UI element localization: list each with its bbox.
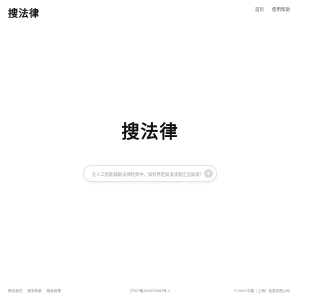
send-button[interactable] [204, 169, 213, 178]
page: 搜法律 首页 使用帮助 搜法律 联系我们 服务条款 隐私政策 沪ICP备2024… [0, 0, 300, 300]
top-nav: 首页 使用帮助 [255, 7, 290, 13]
arrow-up-icon [206, 171, 211, 176]
nav-home-link[interactable]: 首页 [255, 7, 264, 13]
nav-help-link[interactable]: 使用帮助 [272, 7, 290, 13]
hero-title: 搜法律 [121, 122, 179, 142]
footer: 联系我们 服务条款 隐私政策 沪ICP备2024073403号-1 © 2024… [0, 284, 300, 300]
top-header: 搜法律 首页 使用帮助 [0, 0, 300, 22]
site-logo[interactable]: 搜法律 [8, 5, 40, 20]
copyright-text: © 2024 华鼎（上海）信息有限公司 [234, 289, 290, 293]
search-box[interactable] [83, 165, 217, 182]
search-input[interactable] [92, 169, 204, 179]
